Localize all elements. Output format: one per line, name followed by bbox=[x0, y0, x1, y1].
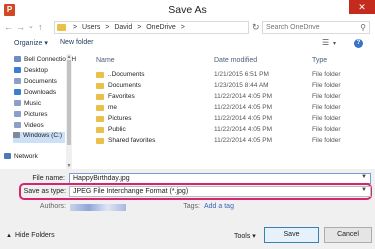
nav-item-downloads[interactable]: Downloads bbox=[14, 89, 56, 100]
chevron-down-icon: ▾ bbox=[252, 233, 256, 240]
search-box[interactable]: ⚲ bbox=[262, 21, 370, 34]
scroll-thumb[interactable] bbox=[67, 60, 71, 145]
tools-button[interactable]: Tools ▾ bbox=[234, 232, 256, 240]
dialog-footer: ▲ Hide Folders Tools ▾ Save Cancel bbox=[0, 223, 375, 249]
nav-item-network[interactable]: Network bbox=[4, 153, 38, 164]
folder-icon bbox=[96, 94, 104, 100]
folder-icon bbox=[96, 127, 104, 133]
close-button[interactable]: ✕ bbox=[349, 0, 375, 14]
organize-button[interactable]: Organize ▾ bbox=[14, 39, 48, 47]
table-row[interactable]: Shared favorites 11/22/2014 4:05 PM File f… bbox=[84, 136, 375, 146]
file-name-input[interactable] bbox=[70, 174, 360, 183]
view-dropdown-icon[interactable]: ▾ bbox=[333, 40, 336, 47]
chevron-up-icon: ▲ bbox=[6, 233, 12, 239]
add-tag-link[interactable]: Add a tag bbox=[204, 203, 234, 210]
chevron-down-icon[interactable]: ▼ bbox=[361, 187, 367, 193]
breadcrumb-separator: > bbox=[180, 24, 185, 31]
table-row[interactable]: ..Documents 1/21/2015 6:51 PM File folder bbox=[84, 70, 375, 80]
nav-item-windows-c[interactable]: Windows (C:) bbox=[13, 132, 65, 143]
breadcrumb-users[interactable]: Users bbox=[82, 24, 100, 31]
tags-label: Tags: bbox=[183, 203, 200, 210]
nav-item-desktop[interactable]: Desktop bbox=[14, 67, 48, 78]
breadcrumb-separator: > bbox=[73, 24, 78, 31]
address-bar[interactable]: > Users > David > OneDrive > bbox=[54, 21, 249, 34]
table-row[interactable]: me 11/22/2014 4:05 PM File folder bbox=[84, 103, 375, 113]
search-input[interactable] bbox=[263, 22, 353, 33]
folder-icon bbox=[57, 24, 66, 31]
breadcrumb-david[interactable]: David bbox=[114, 24, 132, 31]
authors-label: Authors: bbox=[39, 203, 66, 210]
navigation-pane: Bell Connection H Desktop Documents Down… bbox=[0, 54, 76, 169]
breadcrumb-separator: > bbox=[137, 24, 142, 31]
view-options-icon[interactable]: ☰ bbox=[322, 38, 329, 47]
hide-folders-button[interactable]: ▲ Hide Folders bbox=[6, 232, 55, 239]
table-row[interactable]: Documents 1/23/2015 8:44 AM File folder bbox=[84, 81, 375, 91]
up-arrow-icon[interactable]: ↑ bbox=[38, 21, 43, 33]
nav-item-pictures[interactable]: Pictures bbox=[14, 111, 47, 122]
window-title: Save As bbox=[168, 4, 207, 16]
file-list: Name Date modified Type ..Documents 1/21/… bbox=[84, 54, 375, 169]
drive-icon bbox=[13, 132, 20, 138]
folder-icon bbox=[96, 116, 104, 122]
nav-scrollbar[interactable]: ▲ ▼ bbox=[66, 54, 72, 169]
breadcrumb: > Users > David > OneDrive > bbox=[73, 24, 188, 31]
table-row[interactable]: Favorites 11/22/2014 4:05 PM File folder bbox=[84, 92, 375, 102]
save-as-type-select[interactable]: JPEG File Interchange Format (*.jpg) ▼ bbox=[69, 186, 371, 197]
column-header-date[interactable]: Date modified bbox=[214, 57, 257, 64]
column-header-type[interactable]: Type bbox=[312, 57, 327, 64]
folder-icon bbox=[96, 105, 104, 111]
breadcrumb-separator: > bbox=[105, 24, 110, 31]
forward-arrow-icon[interactable]: → bbox=[16, 21, 25, 33]
back-arrow-icon[interactable]: ← bbox=[4, 21, 13, 33]
help-icon[interactable]: ? bbox=[354, 39, 363, 48]
breadcrumb-onedrive[interactable]: OneDrive bbox=[146, 24, 176, 31]
cancel-button[interactable]: Cancel bbox=[324, 227, 372, 243]
refresh-icon[interactable]: ↻ bbox=[252, 22, 260, 33]
table-row[interactable]: Pictures 11/22/2014 4:05 PM File folder bbox=[84, 114, 375, 124]
new-folder-button[interactable]: New folder bbox=[60, 39, 93, 46]
nav-item-documents[interactable]: Documents bbox=[14, 78, 57, 89]
desktop-icon bbox=[14, 67, 21, 73]
search-icon[interactable]: ⚲ bbox=[360, 23, 366, 32]
column-header-name[interactable]: Name bbox=[96, 57, 115, 64]
chevron-down-icon[interactable]: ▼ bbox=[361, 174, 367, 180]
save-as-type-label: Save as type: bbox=[23, 188, 66, 195]
documents-icon bbox=[14, 78, 21, 84]
toolbar: Organize ▾ New folder ☰ ▾ ? bbox=[0, 36, 375, 52]
downloads-icon bbox=[14, 89, 21, 95]
pictures-icon bbox=[14, 111, 21, 117]
file-name-label: File name: bbox=[32, 175, 65, 182]
folder-icon bbox=[96, 138, 104, 144]
save-as-type-value: JPEG File Interchange Format (*.jpg) bbox=[73, 188, 189, 195]
videos-icon bbox=[14, 122, 21, 128]
save-button[interactable]: Save bbox=[264, 227, 319, 243]
nav-item-music[interactable]: Music bbox=[14, 100, 41, 111]
authors-value-blurred[interactable] bbox=[70, 204, 126, 211]
address-row: ← → ⌄ ↑ > Users > David > OneDrive > ↻ ⚲ bbox=[0, 20, 375, 36]
folder-icon bbox=[96, 83, 104, 89]
table-row[interactable]: Public 11/22/2014 4:05 PM File folder bbox=[84, 125, 375, 135]
computer-icon bbox=[14, 56, 21, 62]
folder-icon bbox=[96, 72, 104, 78]
network-icon bbox=[4, 153, 11, 159]
recent-dropdown-icon[interactable]: ⌄ bbox=[28, 21, 34, 33]
music-icon bbox=[14, 100, 21, 106]
title-bar: P Save As ✕ bbox=[0, 0, 375, 20]
